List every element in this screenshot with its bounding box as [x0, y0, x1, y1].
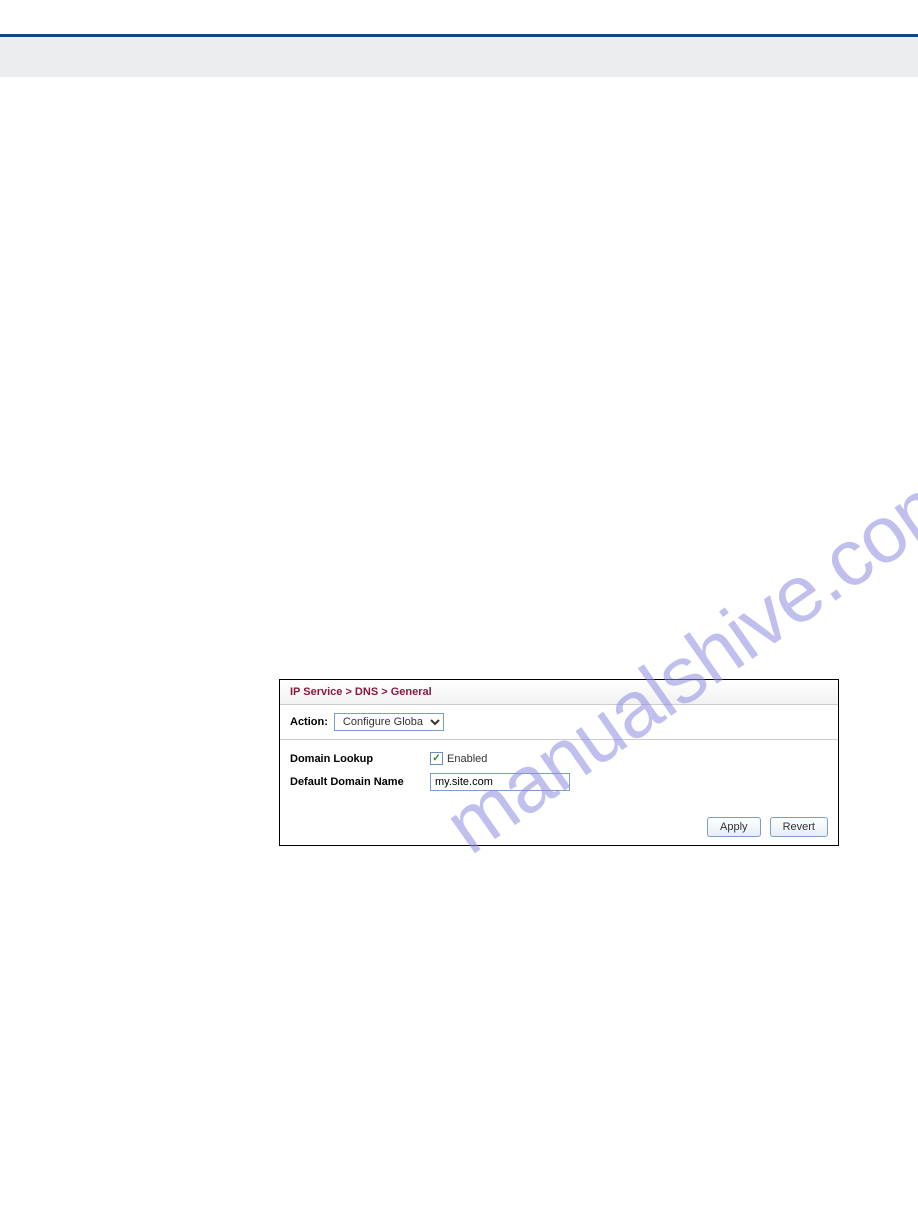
- action-label: Action:: [290, 716, 328, 728]
- dns-general-panel: IP Service > DNS > General Action: Confi…: [279, 679, 839, 846]
- panel-header: IP Service > DNS > General: [280, 680, 838, 705]
- revert-button[interactable]: Revert: [770, 817, 828, 837]
- default-domain-row: Default Domain Name: [290, 773, 828, 791]
- domain-lookup-checkbox[interactable]: ✓: [430, 752, 443, 765]
- header-band: [0, 37, 918, 77]
- enabled-label: Enabled: [447, 753, 487, 765]
- domain-lookup-checkbox-wrapper: ✓ Enabled: [430, 752, 487, 765]
- breadcrumb: IP Service > DNS > General: [290, 686, 432, 698]
- default-domain-label: Default Domain Name: [290, 776, 430, 788]
- apply-button[interactable]: Apply: [707, 817, 761, 837]
- domain-lookup-label: Domain Lookup: [290, 753, 430, 765]
- default-domain-input[interactable]: [430, 773, 570, 791]
- action-row: Action: Configure Global: [280, 705, 838, 740]
- form-body: Domain Lookup ✓ Enabled Default Domain N…: [280, 740, 838, 809]
- button-row: Apply Revert: [280, 809, 838, 845]
- domain-lookup-row: Domain Lookup ✓ Enabled: [290, 752, 828, 765]
- action-select[interactable]: Configure Global: [334, 713, 444, 731]
